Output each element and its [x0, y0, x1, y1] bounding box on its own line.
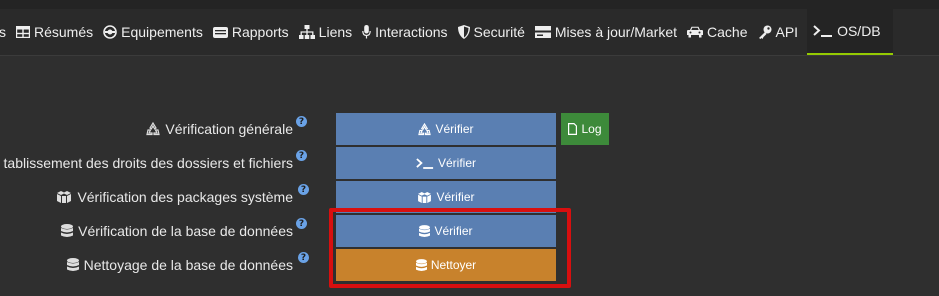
- button-label: Vérifier: [435, 122, 474, 136]
- tab-label: Résumés: [34, 24, 94, 40]
- tab-liens[interactable]: Liens: [294, 9, 357, 55]
- tab-resumes[interactable]: Résumés: [11, 9, 98, 55]
- tab-label: Rapports: [231, 24, 289, 40]
- row-label-text: Nettoyage de la base de données: [83, 257, 293, 273]
- tab-label: Cache: [707, 24, 748, 40]
- terminal-icon: [813, 25, 833, 37]
- row-droits-dossiers: tablissement des droits des dossiers et …: [0, 147, 939, 179]
- database-icon: [66, 258, 79, 272]
- row-label-text: tablissement des droits des dossiers et …: [3, 155, 293, 171]
- row-label: Vérification de la base de données: [61, 215, 293, 247]
- tab-securite[interactable]: Securité: [453, 9, 530, 55]
- tab-label: API: [775, 24, 799, 40]
- verifier-general-button[interactable]: Vérifier: [336, 113, 556, 145]
- row-label-text: Vérification générale: [165, 121, 293, 137]
- tab-cache[interactable]: Cache: [682, 9, 752, 55]
- cubes-icon: [56, 191, 72, 203]
- help-icon[interactable]: ?: [296, 116, 307, 127]
- devices-icon: [103, 25, 117, 39]
- tab-label: Equipements: [121, 24, 203, 40]
- button-label: Vérifier: [436, 190, 475, 204]
- tab-label: Mises à jour/Market: [554, 24, 678, 40]
- help-icon[interactable]: ?: [298, 184, 309, 195]
- row-label: Nettoyage de la base de données: [66, 249, 293, 281]
- log-button[interactable]: Log: [561, 113, 609, 145]
- button-label: Log: [581, 122, 602, 136]
- file-icon: [568, 123, 578, 135]
- tab-label: Liens: [318, 24, 353, 40]
- tab-label: Securité: [473, 24, 525, 40]
- tab-label: OS/DB: [837, 23, 881, 39]
- recycle-icon: [418, 122, 432, 136]
- tab-rapports[interactable]: Rapports: [208, 9, 294, 55]
- terminal-icon: [416, 157, 434, 169]
- microphone-icon: [362, 25, 371, 39]
- report-icon: [212, 26, 228, 38]
- car-icon: [687, 26, 704, 38]
- sitemap-icon: [298, 25, 315, 39]
- row-label-text: Vérification de la base de données: [78, 223, 293, 239]
- hdd-icon: [534, 26, 551, 38]
- tab-mises-a-jour-market[interactable]: Mises à jour/Market: [530, 9, 682, 55]
- tab-os-db[interactable]: OS/DB: [807, 9, 893, 55]
- row-label-text: Vérification des packages système: [77, 189, 293, 205]
- row-verification-generale: Vérification générale ? Vérifier Log: [0, 113, 939, 145]
- tab-interactions[interactable]: Interactions: [357, 9, 452, 55]
- recycle-icon: [146, 122, 161, 136]
- key-icon: [758, 25, 772, 39]
- button-label: Vérifier: [437, 156, 476, 170]
- help-icon[interactable]: ?: [298, 252, 309, 263]
- help-icon[interactable]: ?: [296, 218, 307, 229]
- database-icon: [61, 224, 74, 238]
- tab-truncated[interactable]: s: [0, 9, 11, 55]
- tab-label: s: [0, 24, 6, 40]
- tab-equipements[interactable]: Equipements: [98, 9, 208, 55]
- row-label: Vérification des packages système: [56, 181, 293, 213]
- highlight-box: [329, 208, 571, 288]
- tab-bar: s Résumés Equipements Rapports Liens Int…: [0, 9, 939, 56]
- table-icon: [16, 26, 30, 38]
- tab-label: Interactions: [375, 24, 448, 40]
- window-top-strip: [0, 0, 939, 9]
- verifier-droits-button[interactable]: Vérifier: [336, 147, 556, 179]
- row-label: Vérification générale: [146, 113, 293, 145]
- tab-api[interactable]: API: [753, 9, 804, 55]
- shield-icon: [457, 25, 470, 39]
- cubes-icon: [417, 191, 432, 203]
- row-label: tablissement des droits des dossiers et …: [4, 147, 293, 179]
- help-icon[interactable]: ?: [296, 150, 307, 161]
